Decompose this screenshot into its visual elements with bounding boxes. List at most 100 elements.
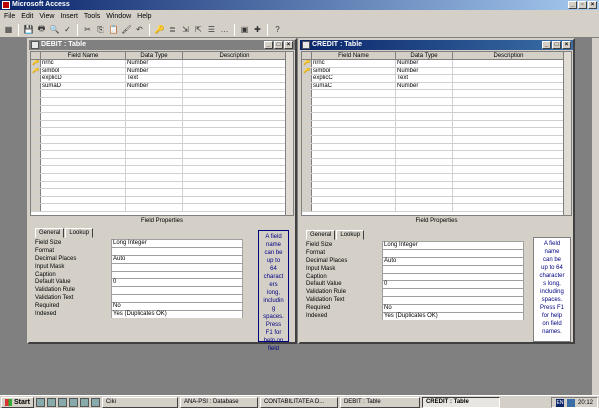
row-selector[interactable] [302, 166, 312, 173]
view-icon[interactable]: ▦ [3, 24, 14, 35]
desc-cell[interactable] [453, 97, 565, 105]
desc-cell[interactable] [183, 181, 287, 189]
print-icon[interactable]: 🖶 [36, 24, 47, 35]
row-selector[interactable] [302, 181, 312, 189]
row-selector[interactable] [31, 97, 41, 105]
property-value[interactable]: Auto [382, 256, 524, 265]
row-selector[interactable] [31, 158, 41, 166]
property-value[interactable] [111, 286, 243, 295]
field-cell[interactable] [41, 166, 126, 173]
field-cell[interactable] [312, 120, 396, 128]
close-button[interactable]: × [588, 1, 597, 9]
table-row[interactable] [302, 181, 571, 190]
type-cell[interactable] [126, 196, 183, 204]
type-cell[interactable]: Number [396, 67, 453, 75]
build-icon[interactable]: … [219, 24, 230, 35]
table-row[interactable] [31, 181, 293, 190]
property-value[interactable] [382, 288, 524, 297]
field-cell[interactable] [41, 151, 126, 158]
desc-cell[interactable] [453, 82, 565, 90]
menu-file[interactable]: File [4, 13, 15, 20]
row-selector[interactable] [302, 97, 312, 105]
database-window-icon[interactable]: ▣ [239, 24, 250, 35]
row-selector[interactable] [31, 181, 41, 189]
menu-help[interactable]: Help [137, 13, 151, 20]
type-cell[interactable] [396, 105, 453, 113]
desc-cell[interactable] [453, 90, 565, 97]
type-cell[interactable] [126, 128, 183, 135]
row-selector[interactable] [31, 90, 41, 97]
desc-cell[interactable] [453, 128, 565, 135]
type-cell[interactable]: Text [396, 75, 453, 82]
field-cell[interactable]: sumaC [312, 82, 396, 90]
field-cell[interactable]: sumaD [41, 82, 126, 90]
quicklaunch-excel-icon[interactable] [79, 397, 89, 407]
credit-window-title-bar[interactable]: CREDIT : Table _ □ × [300, 40, 573, 50]
row-selector[interactable] [302, 113, 312, 120]
desc-cell[interactable] [183, 196, 287, 204]
property-value[interactable]: 0 [111, 278, 243, 287]
debit-grid-scrollbar[interactable] [285, 52, 293, 215]
type-cell[interactable] [126, 181, 183, 189]
property-value[interactable] [382, 272, 524, 281]
type-cell[interactable]: Text [126, 75, 183, 82]
task-ciki[interactable]: Ciki [101, 396, 178, 408]
table-row[interactable] [31, 113, 293, 121]
cut-icon[interactable]: ✂ [82, 24, 93, 35]
row-selector[interactable] [31, 82, 41, 90]
property-value[interactable]: Long Integer [382, 241, 524, 249]
insert-rows-icon[interactable]: ⇲ [180, 24, 191, 35]
type-cell[interactable] [126, 113, 183, 120]
help-icon[interactable]: ? [272, 24, 283, 35]
type-cell[interactable] [396, 90, 453, 97]
table-row[interactable] [302, 151, 571, 159]
field-cell[interactable] [312, 143, 396, 151]
type-cell[interactable] [396, 181, 453, 189]
field-cell[interactable] [312, 151, 396, 158]
desc-cell[interactable] [183, 97, 287, 105]
field-cell[interactable] [312, 166, 396, 173]
row-selector[interactable] [31, 189, 41, 196]
task-credit-table[interactable]: CREDIT : Table [421, 396, 500, 408]
field-cell[interactable] [312, 113, 396, 120]
table-row[interactable]: 🔑 nrnc Number [31, 60, 293, 68]
table-row[interactable] [31, 105, 293, 114]
properties-icon[interactable]: ☰ [206, 24, 217, 35]
field-cell[interactable]: nrnc [41, 60, 126, 67]
menu-window[interactable]: Window [106, 13, 131, 20]
language-indicator-icon[interactable]: EN [555, 398, 564, 407]
row-selector[interactable] [302, 173, 312, 181]
field-cell[interactable] [41, 204, 126, 211]
table-row[interactable] [302, 173, 571, 182]
credit-table-window[interactable]: CREDIT : Table _ □ × Field Name Data Typ… [298, 38, 575, 344]
undo-icon[interactable]: ↶ [134, 24, 145, 35]
table-row[interactable]: explicC Text [302, 75, 571, 83]
task-contabilitatea[interactable]: CONTABILITATEA D... [259, 396, 338, 408]
desc-cell[interactable] [183, 173, 287, 181]
field-cell[interactable] [312, 196, 396, 204]
table-row[interactable] [31, 143, 293, 152]
table-row[interactable] [31, 135, 293, 144]
type-cell[interactable] [396, 204, 453, 211]
debit-table-window[interactable]: DEBIT : Table _ □ × Field Name Data Type… [27, 38, 297, 352]
menu-insert[interactable]: Insert [60, 13, 78, 20]
property-value[interactable] [382, 248, 524, 257]
primary-key-icon[interactable]: 🔑 [154, 24, 165, 35]
debit-minimize-button[interactable]: _ [264, 41, 273, 49]
desc-cell[interactable] [453, 120, 565, 128]
indexes-icon[interactable]: ≣ [167, 24, 178, 35]
row-selector[interactable] [31, 204, 41, 211]
type-cell[interactable] [126, 90, 183, 97]
desc-cell[interactable] [453, 151, 565, 158]
row-selector[interactable] [302, 143, 312, 151]
start-button[interactable]: Start [1, 396, 34, 408]
desc-cell[interactable] [183, 143, 287, 151]
table-row[interactable] [302, 105, 571, 114]
type-cell[interactable] [126, 97, 183, 105]
desc-cell[interactable] [183, 60, 287, 67]
row-selector[interactable] [31, 120, 41, 128]
desc-cell[interactable] [453, 181, 565, 189]
desc-cell[interactable] [453, 158, 565, 166]
row-selector[interactable]: 🔑 [302, 60, 312, 67]
desc-cell[interactable] [453, 135, 565, 143]
